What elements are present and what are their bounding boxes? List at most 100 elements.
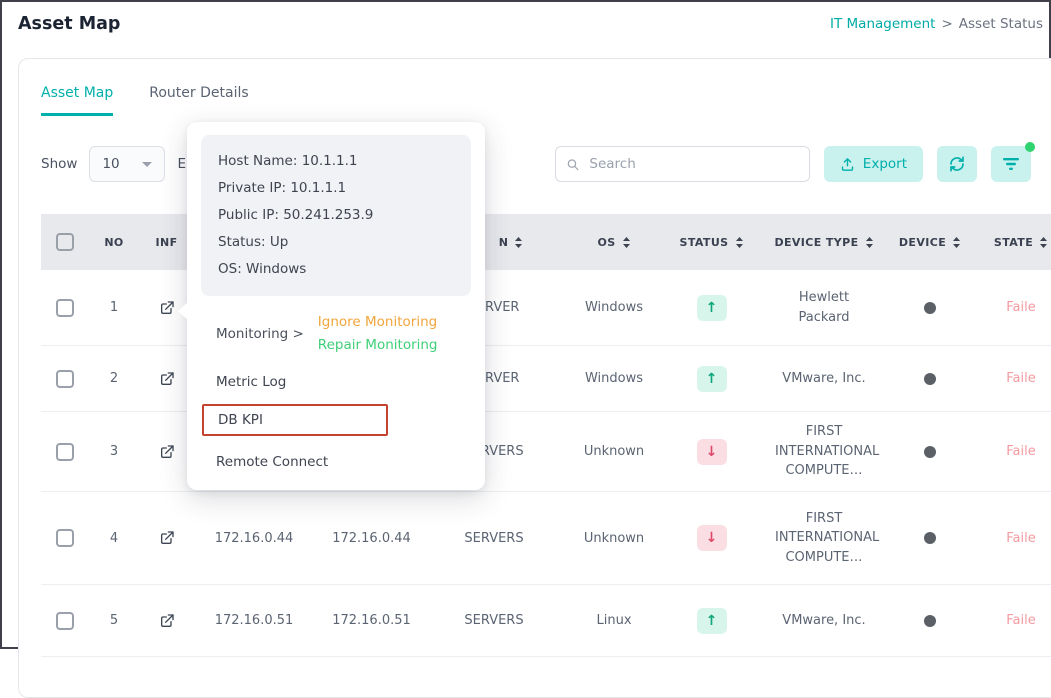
menu-item-remote-connect[interactable]: Remote Connect	[201, 454, 471, 470]
sort-icon	[953, 236, 961, 248]
row-checkbox[interactable]	[56, 369, 74, 388]
refresh-icon	[950, 156, 964, 172]
menu-item-monitoring[interactable]: Monitoring >	[216, 326, 304, 342]
toolbar: Export	[554, 142, 1035, 182]
cell-device-type: FIRST INTERNATIONAL COMPUTE…	[775, 510, 880, 565]
row-checkbox[interactable]	[56, 611, 74, 630]
export-label: Export	[862, 156, 907, 172]
cell-device-type: FIRST INTERNATIONAL COMPUTE…	[775, 424, 880, 479]
menu-item-db-kpi[interactable]: DB KPI	[202, 404, 388, 436]
top-bar: Asset Map IT Management > Asset Status	[2, 2, 1049, 46]
row-checkbox[interactable]	[56, 298, 74, 317]
sort-icon	[515, 236, 523, 248]
sort-icon	[1040, 236, 1048, 248]
cell-no: 2	[109, 371, 119, 386]
cell-os: Linux	[596, 613, 632, 628]
cell-private-ip: 172.16.0.44	[214, 530, 294, 546]
cell-state: Faile	[1006, 530, 1036, 546]
cell-device-type: VMware, Inc.	[782, 370, 866, 386]
status-pill: ↓	[696, 525, 727, 551]
cell-device-type: VMware, Inc.	[782, 612, 866, 628]
cell-no: 3	[109, 444, 119, 459]
header-info: INF	[155, 235, 178, 249]
table-row: 4 172.16.0.44 172.16.0.44 SERVERS Unknow…	[41, 492, 1051, 585]
chevron-down-icon	[142, 161, 153, 167]
public-ip-line: Public IP: 50.241.253.9	[218, 207, 374, 223]
menu-item-repair-monitoring[interactable]: Repair Monitoring	[318, 335, 438, 356]
status-pill: ↓	[696, 438, 727, 465]
tab-bar: Asset Map Router Details	[19, 59, 1051, 116]
show-label: Show	[41, 156, 78, 172]
external-link-icon[interactable]	[159, 300, 175, 316]
monitoring-menu-row: Monitoring > Ignore Monitoring Repair Mo…	[201, 312, 471, 356]
cell-private-ip: 172.16.0.51	[214, 613, 294, 628]
tab-router-details[interactable]: Router Details	[149, 85, 248, 116]
sort-icon	[735, 236, 743, 248]
cell-os: Unknown	[583, 530, 645, 546]
status-line: Status: Up	[218, 234, 289, 250]
device-status-dot	[924, 445, 936, 458]
breadcrumb: IT Management > Asset Status	[830, 16, 1045, 32]
header-device-type[interactable]: DEVICE TYPE	[754, 236, 894, 249]
cell-os: Windows	[584, 300, 644, 315]
tab-asset-map[interactable]: Asset Map	[41, 85, 114, 116]
search-box[interactable]	[554, 146, 810, 182]
export-button[interactable]: Export	[823, 146, 923, 182]
page-size-select[interactable]: 10	[89, 146, 166, 182]
row-checkbox[interactable]	[56, 529, 74, 547]
page-size-value: 10	[102, 156, 120, 172]
cell-os: Windows	[584, 371, 644, 386]
filter-icon	[1003, 158, 1019, 170]
external-link-icon[interactable]	[159, 530, 175, 546]
cell-device-type: Hewlett Packard	[798, 290, 850, 325]
export-icon	[841, 157, 853, 171]
breadcrumb-separator: >	[941, 16, 953, 32]
search-input[interactable]	[587, 155, 799, 173]
cell-no: 5	[109, 613, 119, 628]
cell-classification: SERVERS	[464, 530, 524, 546]
cell-no: 4	[109, 530, 119, 546]
asset-map-page: { "page": { "title": "Asset Map" }, "bre…	[0, 0, 1051, 698]
header-no: NO	[104, 235, 124, 249]
host-name-line: Host Name: 10.1.1.1	[218, 153, 358, 169]
content-card: Asset Map Router Details Show 10 Entries…	[18, 58, 1051, 698]
breadcrumb-current: Asset Status	[958, 16, 1043, 32]
device-status-dot	[924, 301, 936, 314]
external-link-icon[interactable]	[159, 613, 175, 629]
refresh-button[interactable]	[937, 146, 977, 182]
cell-state: Faile	[1006, 444, 1036, 459]
device-status-dot	[924, 532, 936, 544]
context-menu-popup: Host Name: 10.1.1.1 Private IP: 10.1.1.1…	[178, 122, 485, 490]
menu-item-metric-log[interactable]: Metric Log	[201, 374, 471, 390]
cell-no: 1	[109, 300, 119, 315]
header-status[interactable]: STATUS	[669, 236, 754, 249]
cell-public-ip: 172.16.0.51	[332, 613, 411, 628]
breadcrumb-link-it-management[interactable]: IT Management	[830, 16, 935, 32]
cell-classification: SERVERS	[464, 613, 524, 628]
row-checkbox[interactable]	[56, 442, 74, 461]
os-line: OS: Windows	[218, 261, 307, 277]
select-all-checkbox[interactable]	[56, 233, 74, 251]
host-info-panel: Host Name: 10.1.1.1 Private IP: 10.1.1.1…	[201, 135, 471, 296]
filter-notification-dot	[1025, 142, 1035, 152]
sort-icon	[622, 236, 630, 248]
cell-state: Faile	[1006, 300, 1036, 315]
sort-icon	[865, 236, 873, 248]
monitoring-submenu: Ignore Monitoring Repair Monitoring	[318, 312, 438, 356]
external-link-icon[interactable]	[159, 371, 175, 387]
cell-os: Unknown	[583, 444, 645, 459]
status-pill: ↑	[696, 294, 727, 321]
status-pill: ↑	[696, 365, 727, 392]
menu-item-ignore-monitoring[interactable]: Ignore Monitoring	[318, 312, 438, 333]
cell-public-ip: 172.16.0.44	[332, 530, 411, 546]
device-status-dot	[924, 614, 936, 627]
header-state[interactable]: STATE	[966, 236, 1051, 249]
status-pill: ↑	[696, 607, 727, 634]
page-title: Asset Map	[18, 14, 121, 34]
filter-button[interactable]	[991, 142, 1035, 182]
header-device[interactable]: DEVICE	[894, 236, 966, 249]
cell-state: Faile	[1006, 613, 1036, 628]
header-os[interactable]: OS	[559, 236, 669, 249]
external-link-icon[interactable]	[159, 444, 175, 460]
private-ip-line: Private IP: 10.1.1.1	[218, 180, 347, 196]
